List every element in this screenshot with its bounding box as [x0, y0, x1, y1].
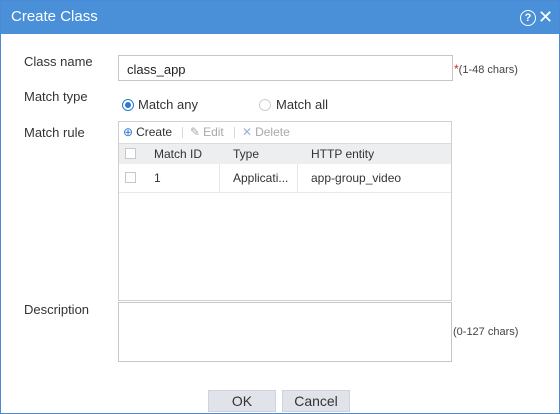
- class-name-value: class_app: [127, 62, 186, 77]
- class-name-label: Class name: [24, 54, 93, 69]
- edit-icon: ✎: [190, 125, 201, 139]
- toolbar-divider: [234, 127, 235, 138]
- cell-divider: [297, 164, 298, 192]
- class-name-hint-wrap: *(1-48 chars): [454, 62, 518, 76]
- table-row[interactable]: 1 Applicati... app-group_video: [119, 164, 451, 193]
- row-match-id: 1: [154, 171, 161, 185]
- row-http-entity: app-group_video: [311, 171, 402, 185]
- match-any-radio[interactable]: [122, 99, 134, 111]
- class-name-input[interactable]: class_app: [118, 55, 453, 81]
- cell-divider: [219, 164, 220, 192]
- ok-button[interactable]: OK: [208, 390, 276, 412]
- column-type[interactable]: Type: [233, 147, 259, 161]
- rule-table-header: Match ID Type HTTP entity: [119, 143, 451, 165]
- create-class-dialog: Create Class ? ✕ Class name class_app *(…: [0, 0, 560, 414]
- edit-rule-label: Edit: [203, 125, 224, 139]
- row-type: Applicati...: [233, 171, 289, 185]
- dialog-title-bar: Create Class ? ✕: [1, 1, 559, 34]
- rule-toolbar: ⊕ Create ✎ Edit ✕ Delete: [119, 122, 451, 143]
- description-label: Description: [24, 302, 90, 317]
- cancel-button[interactable]: Cancel: [282, 390, 350, 412]
- match-type-label: Match type: [24, 89, 88, 104]
- dialog-title: Create Class: [11, 8, 98, 25]
- create-rule-button[interactable]: ⊕ Create: [123, 125, 172, 139]
- class-name-hint: (1-48 chars): [458, 64, 518, 76]
- match-any-label[interactable]: Match any: [138, 97, 198, 112]
- add-icon: ⊕: [123, 125, 134, 139]
- match-rule-label: Match rule: [24, 125, 85, 140]
- help-icon[interactable]: ?: [520, 10, 536, 26]
- toolbar-divider: [182, 127, 183, 138]
- column-match-id[interactable]: Match ID: [154, 147, 202, 161]
- delete-rule-button[interactable]: ✕ Delete: [242, 125, 290, 139]
- edit-rule-button[interactable]: ✎ Edit: [190, 125, 224, 139]
- match-all-radio[interactable]: [259, 99, 271, 111]
- select-all-checkbox[interactable]: [125, 148, 136, 159]
- close-icon[interactable]: ✕: [538, 8, 553, 26]
- delete-icon: ✕: [242, 125, 253, 139]
- delete-rule-label: Delete: [255, 125, 290, 139]
- match-rule-table: ⊕ Create ✎ Edit ✕ Delete Match ID Type HTTP…: [118, 121, 452, 301]
- description-hint: (0-127 chars): [453, 326, 519, 338]
- description-textarea[interactable]: [118, 302, 452, 362]
- match-all-label[interactable]: Match all: [276, 97, 328, 112]
- column-http-entity[interactable]: HTTP entity: [311, 147, 374, 161]
- row-checkbox[interactable]: [125, 172, 136, 183]
- create-rule-label: Create: [136, 125, 173, 139]
